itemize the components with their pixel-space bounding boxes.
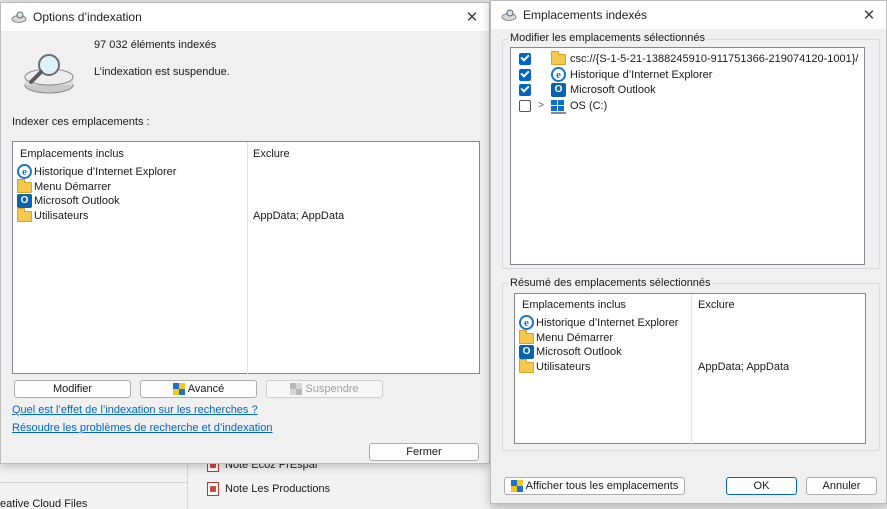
column-header-included[interactable]: Emplacements inclus — [522, 299, 626, 311]
checkbox[interactable] — [519, 99, 531, 112]
column-header-exclude[interactable]: Exclure — [698, 299, 735, 311]
list-item[interactable]: O Microsoft Outlook — [519, 344, 622, 359]
indexing-options-icon — [501, 7, 517, 23]
list-item-exclude: AppData; AppData — [253, 210, 345, 222]
pdf-icon — [207, 482, 219, 496]
background-note-label: Note Les Productions — [225, 483, 331, 495]
internet-explorer-icon: e — [17, 164, 32, 179]
internet-explorer-icon: e — [551, 67, 566, 82]
tree-item-label: Historique d’Internet Explorer — [570, 68, 713, 81]
ok-button-label: OK — [753, 480, 770, 492]
summary-label: Résumé des emplacements sélectionnés — [508, 277, 713, 289]
tree-item[interactable]: O Microsoft Outlook — [519, 82, 656, 97]
tree-item[interactable]: > OS (C:) — [519, 98, 608, 114]
tree-item-label: OS (C:) — [570, 99, 608, 112]
indexing-drive-icon — [23, 51, 75, 98]
background-note-item[interactable]: Note Les Productions — [207, 482, 330, 496]
close-button-label: Fermer — [406, 446, 442, 458]
modify-locations-label: Modifier les emplacements sélectionnés — [508, 32, 708, 44]
indexed-locations-window: Emplacements indexés ✕ Modifier les empl… — [490, 0, 887, 504]
list-item[interactable]: Utilisateurs — [519, 359, 590, 374]
list-item-exclude: AppData; AppData — [698, 361, 790, 373]
folder-icon — [17, 179, 32, 193]
troubleshoot-link[interactable]: Résoudre les problèmes de recherche et d… — [12, 422, 273, 434]
modify-button[interactable]: Modifier — [14, 380, 131, 398]
show-all-locations-label: Afficher tous les emplacements — [525, 480, 679, 492]
internet-explorer-icon: e — [519, 315, 534, 330]
outlook-icon: O — [17, 193, 32, 208]
summary-list[interactable]: Emplacements inclus Exclure e Historique… — [514, 293, 866, 445]
checkbox[interactable] — [519, 52, 531, 65]
tree-item[interactable]: e Historique d’Internet Explorer — [519, 67, 712, 82]
outlook-icon: O — [551, 82, 566, 97]
indexed-count: 97 032 éléments indexés — [94, 39, 217, 51]
locations-section-label: Indexer ces emplacements : — [12, 116, 150, 128]
indexing-options-window: Options d’indexation ✕ 97 032 éléments i… — [0, 2, 490, 464]
cancel-button-label: Annuler — [822, 480, 861, 492]
title-bar: Options d’indexation ✕ — [1, 3, 489, 31]
list-item[interactable]: e Historique d’Internet Explorer — [519, 315, 678, 330]
close-icon[interactable]: ✕ — [858, 5, 880, 25]
drive-icon — [551, 99, 566, 114]
modify-button-label: Modifier — [52, 383, 93, 395]
list-item-label: Menu Démarrer — [536, 331, 614, 344]
list-item-label: Microsoft Outlook — [34, 194, 120, 207]
indexing-effect-link[interactable]: Quel est l’effet de l’indexation sur les… — [12, 404, 258, 416]
tree-item-label: Microsoft Outlook — [570, 83, 656, 96]
list-item-label: Utilisateurs — [536, 360, 591, 373]
column-header-included[interactable]: Emplacements inclus — [20, 148, 124, 160]
background-divider — [0, 482, 187, 483]
list-item-label: Menu Démarrer — [34, 180, 112, 193]
folder-icon — [519, 330, 534, 344]
advanced-button-label: Avancé — [187, 383, 225, 395]
indexing-options-icon — [11, 9, 27, 25]
column-header-exclude[interactable]: Exclure — [253, 148, 290, 160]
background-folder-item[interactable]: eative Cloud Files — [0, 498, 87, 509]
ok-button[interactable]: OK — [726, 477, 797, 495]
locations-tree[interactable]: csc://{S-1-5-21-1388245910-911751366-219… — [510, 47, 865, 265]
show-all-locations-button[interactable]: Afficher tous les emplacements — [504, 477, 685, 495]
suspend-button[interactable]: Suspendre — [266, 380, 383, 398]
folder-icon — [519, 359, 534, 373]
indexing-status: L’indexation est suspendue. — [94, 66, 230, 78]
tree-item[interactable]: csc://{S-1-5-21-1388245910-911751366-219… — [519, 51, 858, 66]
list-item[interactable]: O Microsoft Outlook — [17, 193, 120, 208]
window-title: Emplacements indexés — [523, 8, 648, 22]
list-item[interactable]: Menu Démarrer — [17, 179, 111, 194]
cancel-button[interactable]: Annuler — [806, 477, 877, 495]
list-item-label: Historique d’Internet Explorer — [34, 165, 177, 178]
folder-icon — [551, 51, 566, 65]
list-item[interactable]: e Historique d’Internet Explorer — [17, 164, 176, 179]
window-title: Options d’indexation — [33, 10, 142, 24]
uac-shield-icon — [172, 383, 185, 395]
list-item-label: Microsoft Outlook — [536, 345, 622, 358]
list-item[interactable]: Menu Démarrer — [519, 330, 613, 345]
close-icon[interactable]: ✕ — [461, 7, 483, 27]
outlook-icon: O — [519, 344, 534, 359]
uac-shield-icon — [290, 383, 303, 395]
list-item-label: Utilisateurs — [34, 209, 89, 222]
checkbox[interactable] — [519, 83, 531, 96]
close-button[interactable]: Fermer — [369, 443, 479, 461]
checkbox[interactable] — [519, 68, 531, 81]
folder-icon — [17, 208, 32, 222]
list-item[interactable]: Utilisateurs — [17, 208, 88, 223]
background-folder-label: eative Cloud Files — [0, 498, 88, 509]
tree-item-label: csc://{S-1-5-21-1388245910-911751366-219… — [570, 52, 859, 65]
suspend-button-label: Suspendre — [305, 383, 359, 395]
column-divider — [247, 142, 248, 375]
column-divider — [691, 294, 692, 445]
advanced-button[interactable]: Avancé — [140, 380, 257, 398]
included-locations-list[interactable]: Emplacements inclus Exclure e Historique… — [12, 141, 480, 375]
uac-shield-icon — [510, 480, 523, 492]
title-bar: Emplacements indexés ✕ — [491, 1, 886, 29]
chevron-right-icon[interactable]: > — [535, 100, 547, 111]
list-item-label: Historique d’Internet Explorer — [536, 316, 679, 329]
background-divider — [187, 462, 188, 509]
